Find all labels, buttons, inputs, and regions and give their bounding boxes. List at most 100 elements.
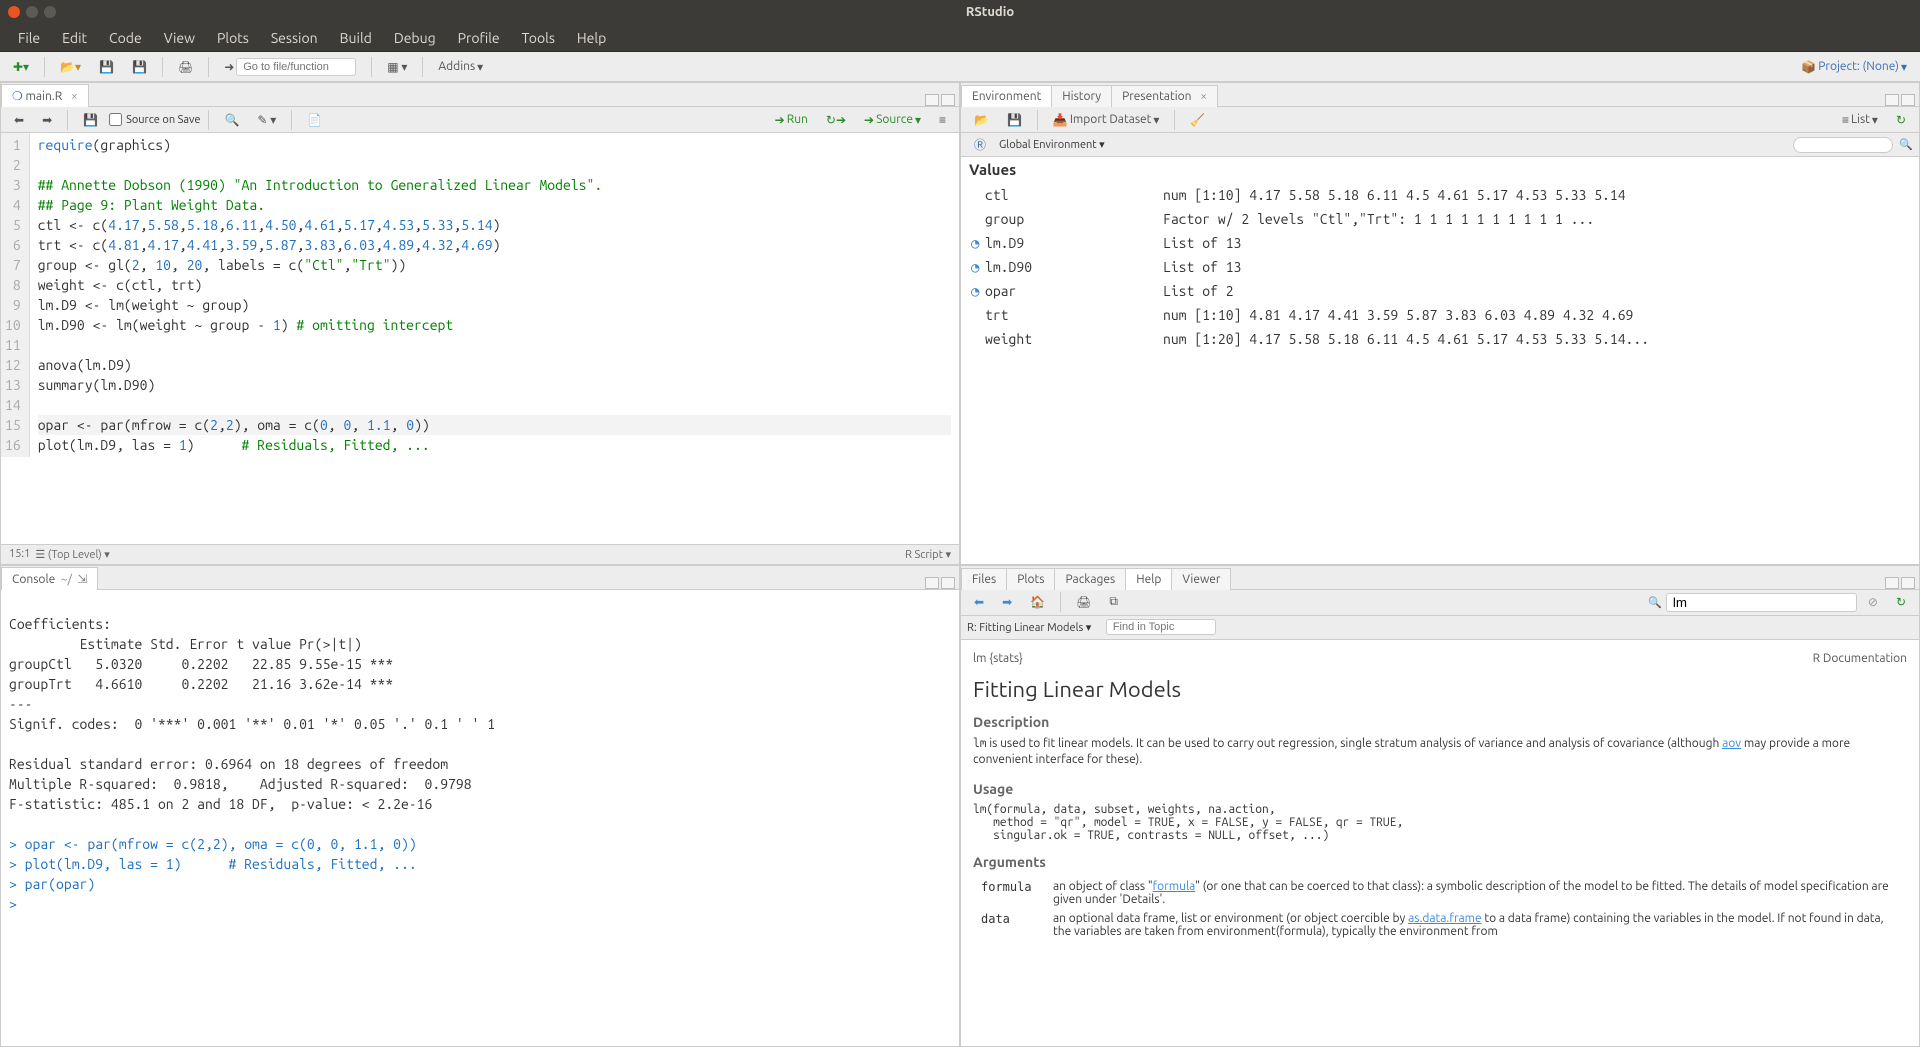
pane-minimize-button[interactable] xyxy=(925,577,939,589)
tab-help[interactable]: Help xyxy=(1125,568,1172,590)
help-back-button[interactable]: ⬅ xyxy=(967,592,991,612)
tab-files[interactable]: Files xyxy=(961,568,1007,590)
pane-maximize-button[interactable] xyxy=(941,94,955,106)
tab-plots[interactable]: Plots xyxy=(1006,568,1055,590)
addins-button[interactable]: Addins ▾ xyxy=(431,57,490,77)
menu-view[interactable]: View xyxy=(154,26,205,50)
window-close-button[interactable] xyxy=(8,6,20,18)
help-refresh-button[interactable]: ↻ xyxy=(1889,592,1913,612)
help-link[interactable]: formula xyxy=(1153,880,1195,893)
console-tab[interactable]: Console ~/ ⇲ xyxy=(1,567,98,590)
tab-presentation[interactable]: Presentation × xyxy=(1111,85,1218,107)
menu-session[interactable]: Session xyxy=(261,26,328,50)
pane-minimize-button[interactable] xyxy=(1885,577,1899,589)
load-workspace-button[interactable]: 📂 xyxy=(967,110,996,130)
pane-minimize-button[interactable] xyxy=(925,94,939,106)
grid-button[interactable]: ▦ ▾ xyxy=(380,57,414,77)
menu-debug[interactable]: Debug xyxy=(384,26,446,50)
env-var-name: lm.D9 xyxy=(985,235,1024,251)
console-popout-icon[interactable]: ⇲ xyxy=(75,573,88,586)
pane-maximize-button[interactable] xyxy=(941,577,955,589)
help-link[interactable]: as.data.frame xyxy=(1408,912,1482,925)
pane-minimize-button[interactable] xyxy=(1885,94,1899,106)
help-home-button[interactable]: 🏠 xyxy=(1023,592,1052,612)
rerun-button[interactable]: ↻➔ xyxy=(819,110,853,130)
menu-build[interactable]: Build xyxy=(330,26,382,50)
find-in-topic-input[interactable] xyxy=(1106,619,1216,635)
menu-profile[interactable]: Profile xyxy=(448,26,510,50)
expand-icon[interactable]: ◔ xyxy=(971,232,985,254)
help-forward-button[interactable]: ➡ xyxy=(995,592,1019,612)
env-row[interactable]: groupFactor w/ 2 levels "Ctl","Trt": 1 1… xyxy=(963,208,1917,230)
tab-history[interactable]: History xyxy=(1051,85,1112,107)
source-on-save-checkbox[interactable]: Source on Save xyxy=(109,113,200,126)
close-tab-icon[interactable]: × xyxy=(1200,90,1207,103)
help-popout-button[interactable]: ⧉ xyxy=(1102,592,1125,612)
tab-packages[interactable]: Packages xyxy=(1054,568,1126,590)
save-workspace-button[interactable]: 💾 xyxy=(1000,110,1029,130)
save-button[interactable]: 💾 xyxy=(92,57,121,77)
print-button[interactable]: 🖨 xyxy=(171,57,200,77)
source-tab-main[interactable]: ❍ main.R × xyxy=(1,84,89,107)
forward-button[interactable]: ➡ xyxy=(35,110,59,130)
language-selector[interactable]: R Script ▾ xyxy=(905,548,951,561)
help-search-clear[interactable]: ⊘ xyxy=(1861,592,1885,612)
tab-viewer[interactable]: Viewer xyxy=(1171,568,1231,590)
window-maximize-button[interactable] xyxy=(44,6,56,18)
open-file-button[interactable]: 📂▾ xyxy=(53,57,88,77)
env-row[interactable]: ctlnum [1:10] 4.17 5.58 5.18 6.11 4.5 4.… xyxy=(963,184,1917,206)
console-body[interactable]: Coefficients: Estimate Std. Error t valu… xyxy=(1,590,959,1047)
help-body[interactable]: lm {stats} R Documentation Fitting Linea… xyxy=(961,640,1919,1047)
goto-input[interactable] xyxy=(236,58,356,76)
env-tabs: EnvironmentHistoryPresentation × xyxy=(961,83,1919,107)
project-selector[interactable]: 📦 Project: (None) ▾ xyxy=(1794,57,1914,77)
find-button[interactable]: 🔍 xyxy=(217,110,246,130)
menubar: FileEditCodeViewPlotsSessionBuildDebugPr… xyxy=(0,24,1920,52)
clear-env-button[interactable]: 🧹 xyxy=(1183,110,1212,130)
env-scope-selector[interactable]: Global Environment ▾ xyxy=(999,138,1105,151)
tab-environment[interactable]: Environment xyxy=(961,85,1052,107)
help-breadcrumb[interactable]: R: Fitting Linear Models ▾ xyxy=(967,621,1091,634)
save-source-button[interactable]: 💾 xyxy=(76,110,105,130)
window-title: RStudio xyxy=(68,5,1912,19)
back-button[interactable]: ⬅ xyxy=(7,110,31,130)
menu-edit[interactable]: Edit xyxy=(52,26,97,50)
window-minimize-button[interactable] xyxy=(26,6,38,18)
env-search-input[interactable] xyxy=(1793,137,1893,153)
env-body[interactable]: Values ctlnum [1:10] 4.17 5.58 5.18 6.11… xyxy=(961,157,1919,564)
source-button[interactable]: ➔ Source ▾ xyxy=(857,110,928,130)
menu-code[interactable]: Code xyxy=(99,26,152,50)
menu-plots[interactable]: Plots xyxy=(207,26,259,50)
source-toolbar: ⬅ ➡ 💾 Source on Save 🔍 ✎ ▾ 📄 ➔ Run ↻➔ ➔ … xyxy=(1,107,959,133)
close-tab-icon[interactable]: × xyxy=(71,90,78,103)
scope-selector[interactable]: ☰ (Top Level) ▾ xyxy=(35,548,109,561)
outline-button[interactable]: ≡ xyxy=(932,110,953,130)
new-file-button[interactable]: ✚▾ xyxy=(6,57,36,77)
menu-help[interactable]: Help xyxy=(567,26,616,50)
list-mode-button[interactable]: ≡ List ▾ xyxy=(1835,110,1885,130)
run-button[interactable]: ➔ Run xyxy=(768,110,815,130)
env-row[interactable]: ◔lm.D90List of 13 xyxy=(963,256,1917,278)
help-search-input[interactable] xyxy=(1666,593,1857,612)
goto-function[interactable]: ➜ xyxy=(217,55,363,79)
menu-tools[interactable]: Tools xyxy=(512,26,565,50)
pane-maximize-button[interactable] xyxy=(1901,577,1915,589)
expand-icon[interactable]: ◔ xyxy=(971,256,985,278)
env-row[interactable]: weightnum [1:20] 4.17 5.58 5.18 6.11 4.5… xyxy=(963,328,1917,350)
pane-maximize-button[interactable] xyxy=(1901,94,1915,106)
env-row[interactable]: ◔oparList of 2 xyxy=(963,280,1917,302)
env-row[interactable]: ◔lm.D9List of 13 xyxy=(963,232,1917,254)
help-print-button[interactable]: 🖨 xyxy=(1069,592,1098,612)
aov-link[interactable]: aov xyxy=(1722,737,1741,750)
env-var-name: trt xyxy=(985,307,1009,323)
env-row[interactable]: trtnum [1:10] 4.81 4.17 4.41 3.59 5.87 3… xyxy=(963,304,1917,326)
compile-report-button[interactable]: 📄 xyxy=(300,110,329,130)
menu-file[interactable]: File xyxy=(8,26,50,50)
editor-body[interactable]: 12345678910111213141516 require(graphics… xyxy=(1,133,959,544)
save-all-button[interactable]: 💾 xyxy=(125,57,154,77)
code-area[interactable]: require(graphics) ## Annette Dobson (199… xyxy=(30,133,959,457)
refresh-env-button[interactable]: ↻ xyxy=(1889,110,1913,130)
expand-icon[interactable]: ◔ xyxy=(971,280,985,302)
import-dataset-button[interactable]: 📥 Import Dataset ▾ xyxy=(1046,110,1167,130)
wand-button[interactable]: ✎ ▾ xyxy=(250,110,283,130)
